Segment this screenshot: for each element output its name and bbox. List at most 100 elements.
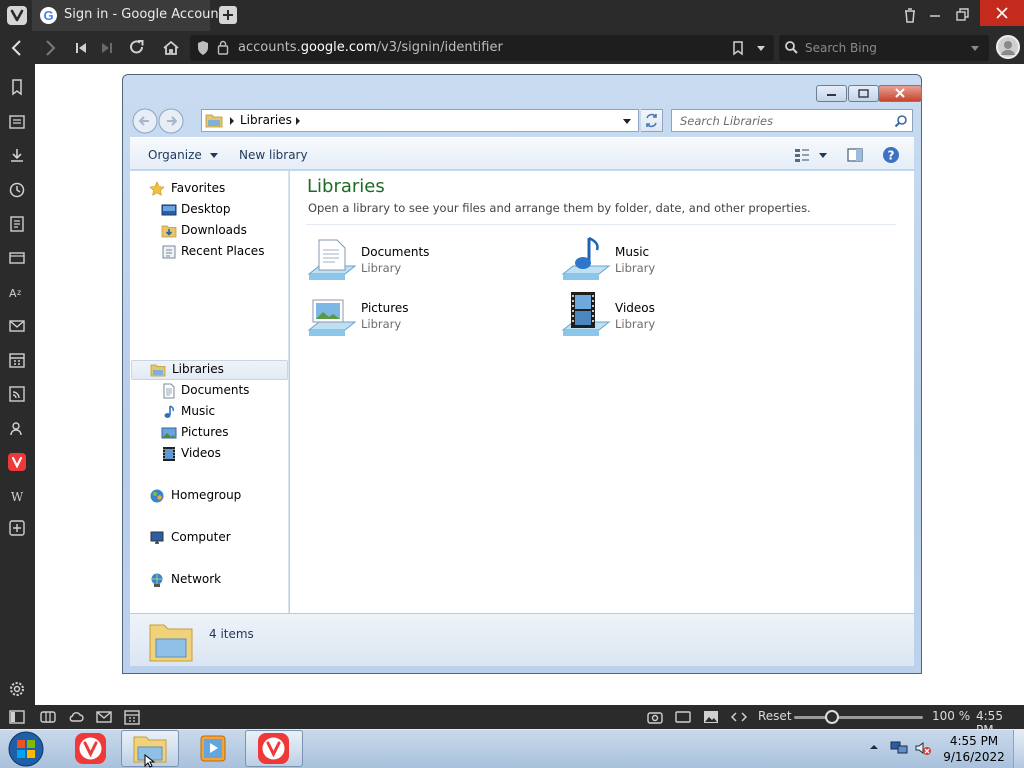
back-icon[interactable] — [7, 38, 27, 58]
window-panel-icon[interactable] — [8, 249, 26, 267]
nav-homegroup[interactable]: Homegroup — [130, 486, 289, 506]
explorer-back-forward[interactable] — [131, 107, 191, 135]
nav-documents[interactable]: Documents — [130, 381, 289, 401]
breadcrumb[interactable]: Libraries — [240, 113, 292, 127]
music-note-icon — [161, 404, 177, 420]
settings-gear-icon[interactable] — [8, 680, 26, 698]
network-tray-icon[interactable] — [890, 740, 908, 756]
nav-downloads[interactable]: Downloads — [130, 221, 289, 241]
change-view-button[interactable] — [793, 146, 829, 164]
nav-favorites[interactable]: Favorites — [130, 179, 289, 199]
bookmark-icon[interactable] — [731, 40, 745, 56]
help-icon[interactable]: ? — [882, 146, 900, 164]
breadcrumb-arrow-icon[interactable] — [294, 116, 302, 126]
nav-computer[interactable]: Computer — [130, 528, 289, 548]
new-tab-button[interactable] — [219, 6, 237, 24]
lock-icon — [217, 40, 229, 55]
rewind-icon[interactable] — [71, 38, 91, 58]
taskbar-clock[interactable]: 4:55 PM 9/16/2022 — [940, 733, 1008, 765]
library-item-music[interactable]: Music Library — [561, 236, 791, 286]
library-item-videos[interactable]: Videos Library — [561, 292, 791, 342]
videos-library-icon — [561, 292, 611, 340]
nav-network[interactable]: Network — [130, 570, 289, 590]
profile-avatar-icon[interactable] — [996, 35, 1020, 59]
nav-recent-places[interactable]: Recent Places — [130, 242, 289, 262]
mail-status-icon[interactable] — [96, 709, 112, 725]
zoom-reset-button[interactable]: Reset — [758, 709, 792, 723]
vivaldi-menu-icon[interactable] — [7, 6, 27, 25]
navigation-pane: Favorites Desktop Downloads Recent Place… — [130, 171, 289, 613]
capture-icon[interactable] — [647, 709, 663, 725]
nav-libraries[interactable]: Libraries — [131, 360, 288, 380]
recent-places-icon — [161, 244, 177, 260]
nav-music-label: Music — [181, 404, 216, 418]
address-history-dropdown-icon[interactable] — [622, 117, 632, 125]
search-dropdown-icon[interactable] — [968, 42, 982, 54]
mail-panel-icon[interactable] — [8, 317, 26, 335]
wikipedia-panel-icon[interactable]: W — [8, 487, 26, 505]
notes-panel-icon[interactable] — [8, 215, 26, 233]
images-toggle-icon[interactable] — [703, 709, 719, 725]
explorer-maximize-button[interactable] — [848, 85, 879, 102]
page-actions-icon[interactable] — [731, 709, 747, 725]
preview-pane-icon[interactable] — [846, 146, 864, 164]
add-panel-icon[interactable] — [8, 519, 26, 537]
new-library-button[interactable]: New library — [239, 148, 308, 162]
browser-tab[interactable]: G Sign in - Google Accounts — [32, 0, 231, 31]
downloads-folder-icon — [161, 223, 177, 239]
show-desktop-button[interactable] — [1013, 730, 1024, 768]
address-dropdown-icon[interactable] — [754, 42, 768, 54]
tab-tiling-icon[interactable] — [40, 709, 56, 725]
fast-forward-icon[interactable] — [97, 38, 117, 58]
taskbar-vivaldi-active-button[interactable] — [245, 730, 303, 767]
search-engine-icon[interactable] — [784, 40, 800, 56]
calendar-panel-icon[interactable] — [8, 351, 26, 369]
contacts-panel-icon[interactable] — [8, 419, 26, 437]
explorer-refresh-button[interactable] — [641, 109, 663, 132]
library-item-documents[interactable]: Documents Library — [307, 236, 537, 286]
calendar-status-icon[interactable] — [124, 709, 140, 725]
feeds-panel-icon[interactable] — [8, 385, 26, 403]
nav-downloads-label: Downloads — [181, 223, 247, 237]
minimize-icon[interactable] — [924, 4, 946, 26]
restore-icon[interactable] — [951, 4, 973, 26]
explorer-close-button[interactable] — [878, 85, 922, 102]
taskbar-vivaldi-button[interactable] — [62, 730, 120, 767]
home-icon[interactable] — [161, 38, 181, 58]
search-icon[interactable] — [894, 114, 908, 128]
nav-videos-label: Videos — [181, 446, 221, 460]
forward-icon[interactable] — [40, 38, 60, 58]
bookmarks-panel-icon[interactable] — [8, 78, 26, 96]
breadcrumb-arrow-icon[interactable] — [228, 116, 236, 126]
translate-panel-icon[interactable]: Az — [8, 283, 26, 301]
explorer-minimize-button[interactable] — [816, 85, 847, 102]
nav-music[interactable]: Music — [130, 402, 289, 422]
search-placeholder[interactable]: Search Bing — [805, 41, 877, 55]
trash-icon[interactable] — [899, 4, 921, 26]
toggle-panel-icon[interactable] — [9, 709, 25, 725]
nav-desktop[interactable]: Desktop — [130, 200, 289, 220]
taskbar-media-player-button[interactable] — [184, 730, 242, 767]
page-description: Open a library to see your files and arr… — [308, 201, 811, 215]
organize-button[interactable]: Organize — [148, 148, 219, 162]
zoom-slider[interactable] — [794, 710, 923, 724]
close-browser-button[interactable] — [980, 0, 1024, 26]
vivaldi-panel-icon[interactable] — [8, 453, 26, 471]
nav-pictures[interactable]: Pictures — [130, 423, 289, 443]
show-hidden-icons-icon[interactable] — [868, 741, 880, 753]
start-button[interactable] — [5, 730, 47, 768]
library-item-pictures[interactable]: Pictures Library — [307, 292, 537, 342]
url-text[interactable]: accounts.google.com/v3/signin/identifier — [238, 40, 503, 55]
libraries-large-folder-icon — [148, 619, 194, 663]
page-tiling-icon[interactable] — [675, 709, 691, 725]
nav-videos[interactable]: Videos — [130, 444, 289, 464]
shield-icon[interactable] — [196, 40, 210, 56]
sync-cloud-icon[interactable] — [68, 709, 84, 725]
explorer-search-input[interactable]: Search Libraries — [671, 109, 913, 132]
reload-icon[interactable] — [127, 38, 147, 58]
music-library-icon — [561, 236, 611, 284]
volume-muted-icon[interactable] — [914, 740, 932, 756]
reading-list-icon[interactable] — [8, 113, 26, 131]
history-panel-icon[interactable] — [8, 181, 26, 199]
downloads-panel-icon[interactable] — [8, 147, 26, 165]
